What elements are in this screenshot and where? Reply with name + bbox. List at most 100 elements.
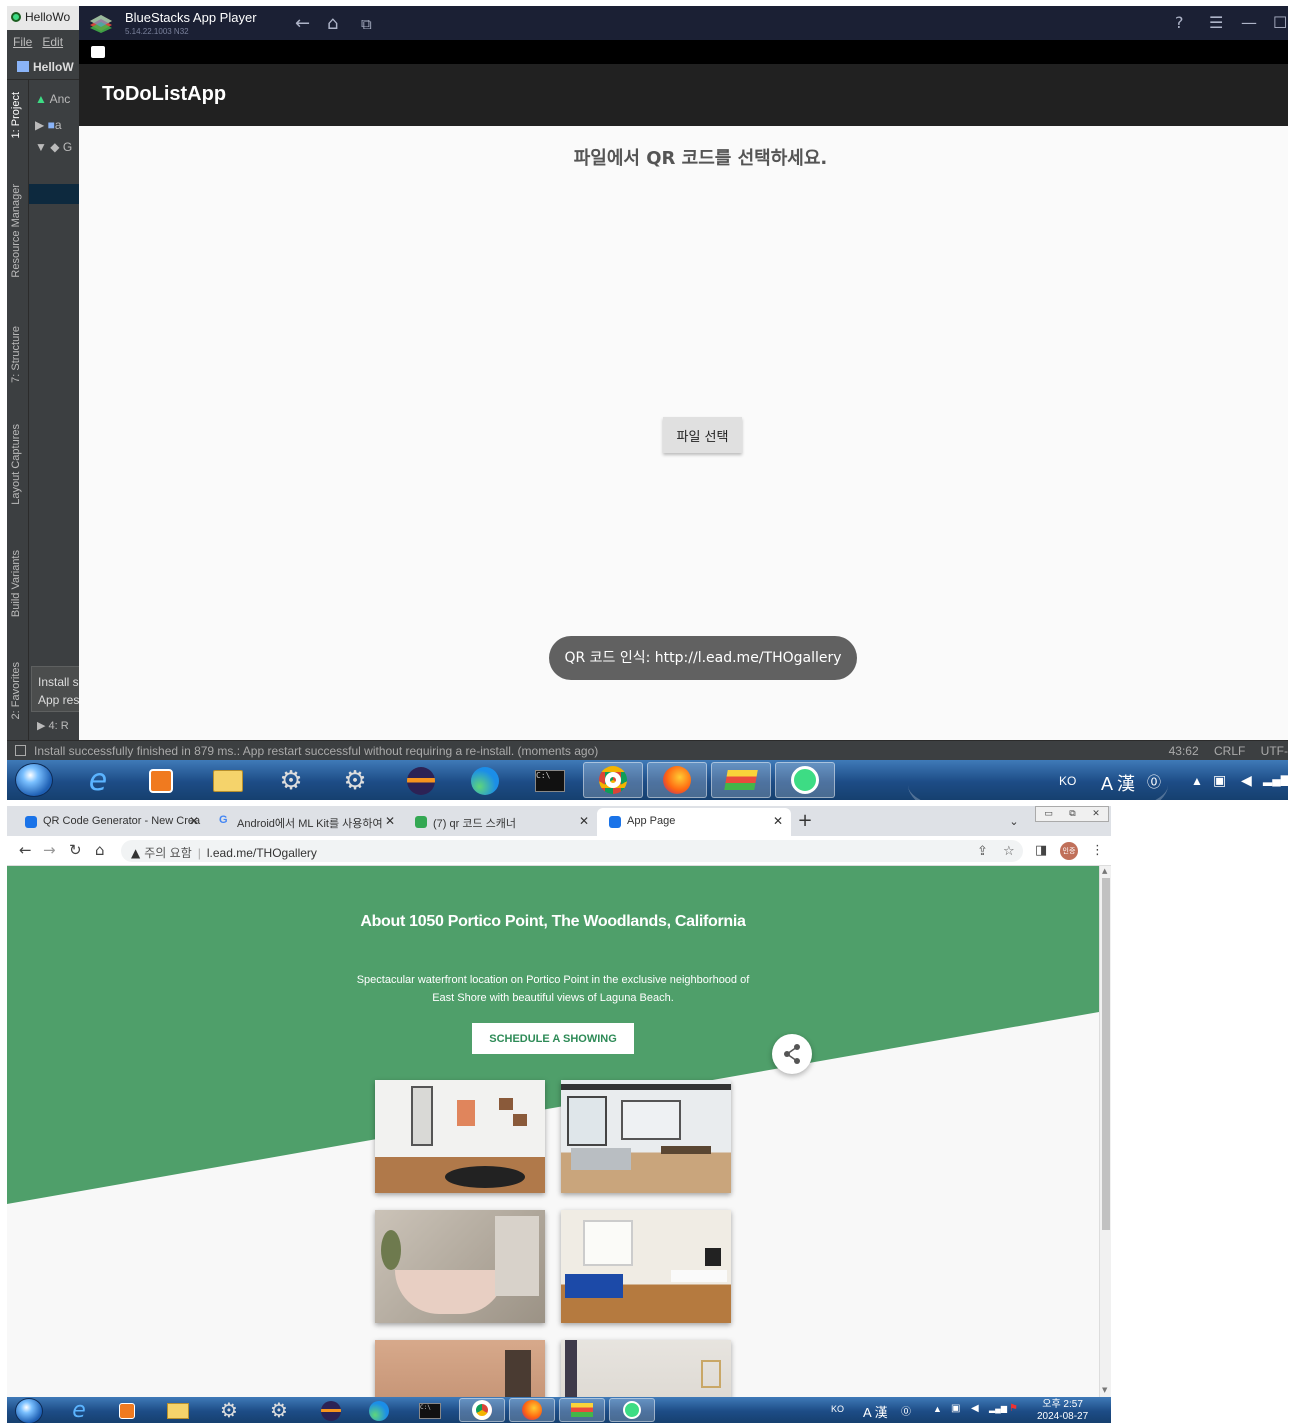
eclipse-icon[interactable]: [401, 764, 441, 798]
action-center-flag-icon[interactable]: ⚑: [1009, 1403, 1018, 1414]
android-studio-taskbar-icon[interactable]: [775, 762, 835, 798]
tool-tab-favorites[interactable]: 2: Favorites: [10, 662, 22, 719]
new-tab-icon[interactable]: +: [793, 810, 817, 834]
help-icon[interactable]: ?: [1175, 13, 1184, 32]
ime-indicator[interactable]: A 漢: [863, 1402, 888, 1421]
close-icon[interactable]: ✕: [385, 814, 395, 828]
start-button[interactable]: [15, 763, 53, 797]
terminal-icon[interactable]: C:\: [529, 764, 571, 798]
signal-icon[interactable]: ▂▄▆: [989, 1404, 1007, 1413]
browser-tab-active[interactable]: App Page ✕: [597, 808, 791, 836]
tree-row[interactable]: ▼ ◆ G: [29, 140, 79, 160]
select-file-button[interactable]: 파일 선택: [663, 417, 742, 453]
tool-tab-structure[interactable]: 7: Structure: [10, 326, 22, 383]
back-arrow-icon[interactable]: ←: [295, 13, 310, 34]
status-message[interactable]: Install successfully finished in 879 ms.…: [34, 744, 598, 758]
scroll-down-icon[interactable]: ▼: [1102, 1386, 1107, 1394]
gallery-photo[interactable]: [561, 1080, 731, 1193]
star-icon[interactable]: ☆: [1003, 844, 1015, 859]
file-explorer-icon[interactable]: [163, 1400, 193, 1422]
help-icon[interactable]: ⓪: [901, 1403, 911, 1418]
gallery-photo[interactable]: [375, 1080, 545, 1193]
share-page-icon[interactable]: ⇪: [977, 844, 988, 859]
tool-tab-resource-manager[interactable]: Resource Manager: [10, 184, 22, 278]
tray-expand-icon[interactable]: ▲: [933, 1404, 942, 1414]
home-icon[interactable]: ⌂: [327, 13, 338, 34]
maximize-icon[interactable]: ☐: [1273, 13, 1287, 32]
help-icon[interactable]: ⓪: [1147, 772, 1161, 792]
android-studio-taskbar-icon[interactable]: [609, 1398, 655, 1422]
firefox-icon[interactable]: [647, 762, 707, 798]
internet-explorer-icon[interactable]: e: [79, 762, 117, 798]
file-encoding[interactable]: UTF-: [1261, 744, 1288, 758]
schedule-showing-button[interactable]: SCHEDULE A SHOWING: [472, 1023, 634, 1054]
firefox-icon[interactable]: [509, 1398, 555, 1422]
line-separator[interactable]: CRLF: [1214, 744, 1245, 758]
gallery-photo[interactable]: [375, 1340, 545, 1397]
clock[interactable]: 오후 2:57 2024-08-27: [1037, 1399, 1088, 1423]
scrollbar-thumb[interactable]: [1102, 878, 1110, 1230]
signal-icon[interactable]: ▂▄▆: [1263, 772, 1288, 786]
speaker-icon[interactable]: ◀: [1241, 772, 1252, 789]
reload-icon[interactable]: ↻: [69, 841, 82, 859]
share-button[interactable]: [772, 1034, 812, 1074]
not-secure-label[interactable]: 주의 요함: [144, 846, 192, 860]
close-icon[interactable]: ✕: [773, 814, 783, 828]
bluestacks-taskbar-icon[interactable]: [711, 762, 771, 798]
edge-icon[interactable]: [465, 764, 505, 798]
side-panel-icon[interactable]: ◨: [1035, 843, 1047, 858]
ime-indicator[interactable]: A 漢: [1101, 770, 1135, 796]
gallery-photo[interactable]: [561, 1210, 731, 1323]
tree-row-selected[interactable]: [29, 184, 79, 204]
restore-icon[interactable]: ⧉: [1069, 809, 1075, 819]
project-breadcrumb[interactable]: HelloW: [7, 54, 79, 80]
kebab-menu-icon[interactable]: ⋮: [1091, 843, 1104, 858]
browser-tab[interactable]: QR Code Generator - New Crea ✕: [13, 808, 207, 836]
language-indicator[interactable]: KO: [1059, 774, 1076, 788]
gallery-photo[interactable]: [375, 1210, 545, 1323]
page-scrollbar[interactable]: ▲ ▼: [1099, 866, 1111, 1397]
menu-file[interactable]: File: [13, 35, 32, 49]
close-icon[interactable]: ✕: [189, 814, 199, 828]
forward-arrow-icon[interactable]: →: [43, 841, 56, 859]
chevron-down-icon[interactable]: ⌄: [1003, 811, 1025, 833]
minimize-icon[interactable]: —: [1241, 13, 1257, 32]
recent-apps-icon[interactable]: ⧉: [361, 15, 372, 33]
gallery-photo[interactable]: [561, 1340, 731, 1397]
file-explorer-icon[interactable]: [207, 764, 249, 798]
settings-gear-icon[interactable]: ⚙: [335, 764, 375, 798]
internet-explorer-icon[interactable]: e: [65, 1397, 93, 1423]
status-window-icon[interactable]: [15, 745, 26, 756]
avatar[interactable]: 인증: [1060, 842, 1078, 860]
install-notification-popup[interactable]: Install s App res: [31, 666, 81, 712]
back-arrow-icon[interactable]: ←: [19, 841, 32, 859]
tool-tab-project[interactable]: 1: Project: [10, 92, 22, 138]
settings-gear-icon[interactable]: ⚙: [271, 764, 311, 798]
chrome-icon[interactable]: [583, 762, 643, 798]
tray-expand-icon[interactable]: ▲: [1191, 774, 1203, 788]
scroll-up-icon[interactable]: ▲: [1102, 867, 1107, 875]
eclipse-icon[interactable]: [317, 1399, 345, 1423]
browser-tab[interactable]: G Android에서 ML Kit를 사용하여 ✕: [207, 808, 403, 836]
language-indicator[interactable]: KO: [831, 1404, 844, 1414]
tool-tab-build-variants[interactable]: Build Variants: [10, 550, 22, 617]
settings-gear-icon[interactable]: ⚙: [265, 1398, 293, 1422]
url-text[interactable]: l.ead.me/THOgallery: [207, 846, 317, 860]
address-bar[interactable]: ▲ 주의 요함 | l.ead.me/THOgallery ⇪ ☆: [121, 840, 1023, 862]
network-icon[interactable]: ▣: [951, 1403, 960, 1414]
close-icon[interactable]: ✕: [1092, 809, 1100, 819]
close-icon[interactable]: ✕: [579, 814, 589, 828]
settings-gear-icon[interactable]: ⚙: [215, 1398, 243, 1422]
caret-position[interactable]: 43:62: [1169, 744, 1199, 758]
minimize-icon[interactable]: ▭: [1044, 809, 1053, 819]
menu-edit[interactable]: Edit: [42, 35, 63, 49]
terminal-icon[interactable]: C:\: [415, 1400, 445, 1422]
browser-tab[interactable]: (7) qr 코드 스캐너 ✕: [403, 808, 597, 836]
chrome-icon[interactable]: [459, 1398, 505, 1422]
menu-icon[interactable]: ☰: [1209, 13, 1223, 32]
media-player-icon[interactable]: [141, 764, 181, 798]
network-icon[interactable]: ▣: [1213, 772, 1226, 789]
edge-icon[interactable]: [365, 1399, 393, 1423]
media-player-icon[interactable]: [115, 1400, 139, 1422]
speaker-icon[interactable]: ◀: [971, 1403, 979, 1414]
